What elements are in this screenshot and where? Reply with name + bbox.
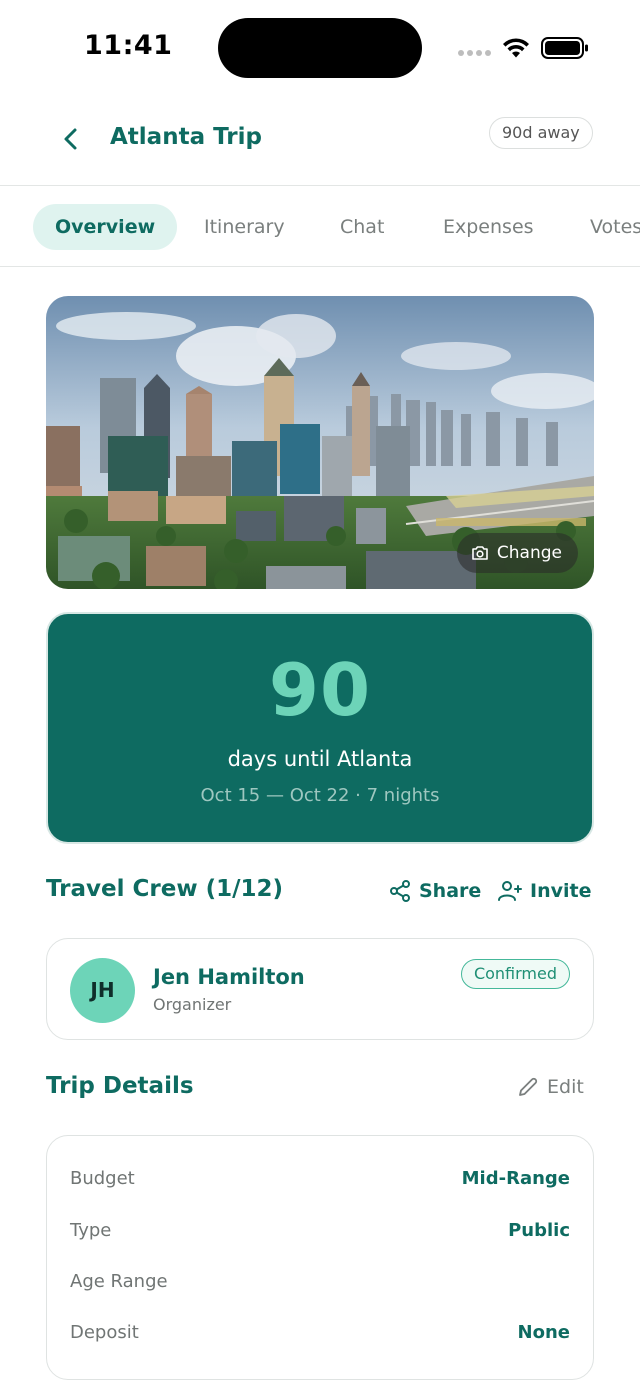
tab-itinerary[interactable]: Itinerary <box>204 204 285 250</box>
cellular-signal-icon <box>458 50 492 58</box>
detail-label: Type <box>70 1220 112 1241</box>
days-away-badge: 90d away <box>489 117 593 149</box>
invite-label: Invite <box>530 880 592 902</box>
share-label: Share <box>419 880 482 902</box>
countdown-days: 90 <box>268 648 372 732</box>
share-icon <box>390 880 410 902</box>
detail-label: Age Range <box>70 1271 168 1292</box>
change-cover-button[interactable]: Change <box>456 533 578 573</box>
detail-label: Deposit <box>70 1322 139 1343</box>
details-section-title: Trip Details <box>46 1073 194 1099</box>
camera-icon <box>472 546 488 560</box>
detail-row-type: Type Public <box>70 1220 570 1250</box>
page-title: Atlanta Trip <box>110 124 262 150</box>
crew-section-title: Travel Crew (1/12) <box>46 876 284 902</box>
countdown-card: 90 days until Atlanta Oct 15 — Oct 22 · … <box>46 612 594 844</box>
battery-icon <box>541 37 588 59</box>
countdown-label: days until Atlanta <box>227 747 413 771</box>
trip-dates: Oct 15 — Oct 22 · 7 nights <box>200 785 440 806</box>
trip-cover-image: Change <box>46 296 594 589</box>
detail-value: None <box>517 1322 570 1343</box>
tab-overview[interactable]: Overview <box>33 204 178 250</box>
detail-label: Budget <box>70 1168 135 1189</box>
detail-value: Public <box>508 1220 570 1241</box>
change-cover-label: Change <box>496 543 562 563</box>
member-name: Jen Hamilton <box>153 965 305 989</box>
invite-button[interactable]: Invite <box>497 876 591 906</box>
app-header: Atlanta Trip 90d away <box>0 100 640 186</box>
pencil-icon <box>519 1077 538 1096</box>
member-role: Organizer <box>153 995 232 1014</box>
status-time: 11:41 <box>84 30 173 61</box>
edit-details-button[interactable]: Edit <box>516 1075 584 1099</box>
edit-label: Edit <box>547 1076 584 1098</box>
detail-row-budget: Budget Mid-Range <box>70 1168 570 1198</box>
tab-chat[interactable]: Chat <box>340 204 384 250</box>
status-badge: Confirmed <box>460 959 570 989</box>
tab-expenses[interactable]: Expenses <box>443 204 534 250</box>
dynamic-island <box>218 18 422 78</box>
status-bar: 11:41 <box>0 0 640 95</box>
detail-row-deposit: Deposit None <box>70 1322 570 1352</box>
detail-row-age-range: Age Range <box>70 1271 570 1301</box>
detail-value: Mid-Range <box>461 1168 570 1189</box>
tab-bar: Overview Itinerary Chat Expenses Votes <box>0 187 640 267</box>
wifi-icon <box>503 38 529 58</box>
avatar: JH <box>70 958 135 1023</box>
add-user-icon <box>498 881 522 901</box>
crew-member-card[interactable]: JH Jen Hamilton Organizer Confirmed <box>46 938 594 1040</box>
tab-votes[interactable]: Votes <box>590 204 640 250</box>
back-icon[interactable] <box>56 124 86 154</box>
trip-details-card: Budget Mid-Range Type Public Age Range D… <box>46 1135 594 1380</box>
share-button[interactable]: Share <box>388 876 481 906</box>
